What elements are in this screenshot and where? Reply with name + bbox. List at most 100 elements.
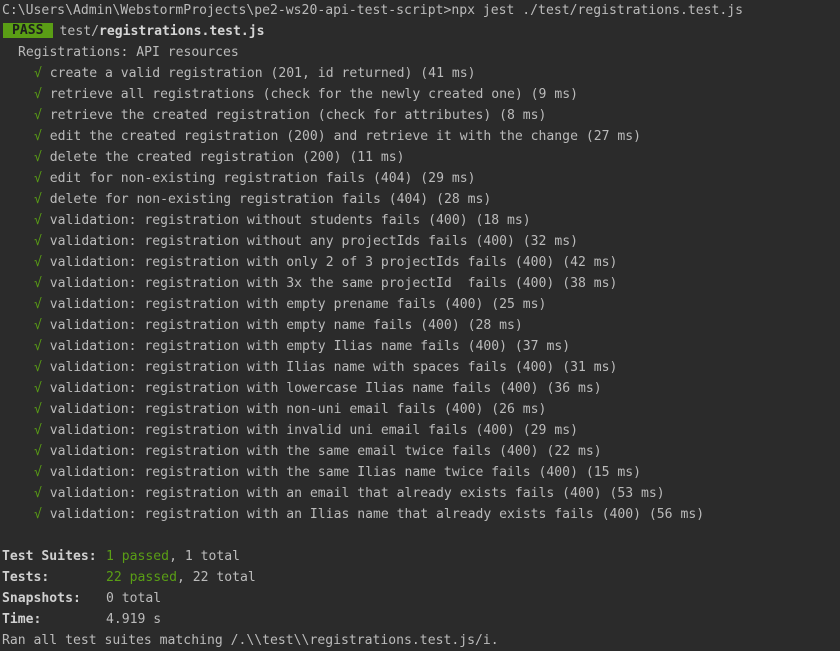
test-name: validation: registration with invalid un… [49, 423, 515, 438]
test-duration: (38 ms) [562, 276, 618, 291]
test-duration: (42 ms) [562, 255, 618, 270]
summary-time-value: 4.919 s [106, 612, 162, 627]
test-name: validation: registration with lowercase … [49, 381, 539, 396]
test-result-row: √ retrieve the created registration (che… [2, 105, 838, 126]
test-result-row: √ validation: registration with empty Il… [2, 336, 838, 357]
test-duration: (28 ms) [467, 318, 523, 333]
check-icon: √ [34, 465, 42, 480]
test-result-row: √ validation: registration with empty na… [2, 315, 838, 336]
test-duration: (53 ms) [609, 486, 665, 501]
test-name: validation: registration with empty name… [49, 318, 460, 333]
prompt-path: C:\Users\Admin\WebstormProjects\pe2-ws20… [2, 3, 452, 18]
summary-suites-label: Test Suites: [2, 549, 97, 564]
suite-title: Registrations: API resources [18, 45, 239, 60]
test-duration: (22 ms) [546, 444, 602, 459]
test-name: validation: registration with an Ilias n… [49, 507, 642, 522]
test-result-row: √ validation: registration without stude… [2, 210, 838, 231]
result-file-dir: test/ [59, 24, 99, 39]
check-icon: √ [34, 507, 42, 522]
test-name: validation: registration with the same e… [49, 444, 539, 459]
test-result-row: √ retrieve all registrations (check for … [2, 84, 838, 105]
test-name: retrieve all registrations (check for th… [49, 87, 523, 102]
test-duration: (9 ms) [530, 87, 578, 102]
test-name: validation: registration with empty pren… [49, 297, 484, 312]
test-duration: (8 ms) [499, 108, 547, 123]
test-result-row: √ delete the created registration (200) … [2, 147, 838, 168]
check-icon: √ [34, 360, 42, 375]
test-duration: (28 ms) [436, 192, 492, 207]
test-duration: (11 ms) [349, 150, 405, 165]
check-icon: √ [34, 297, 42, 312]
test-name: validation: registration with 3x the sam… [49, 276, 555, 291]
check-icon: √ [34, 129, 42, 144]
test-result-row: √ validation: registration with only 2 o… [2, 252, 838, 273]
ran-all-line: Ran all test suites matching /.\\test\\r… [2, 633, 499, 648]
test-result-row: √ validation: registration with 3x the s… [2, 273, 838, 294]
summary-suites: Test Suites: 1 passed, 1 total [2, 546, 838, 567]
check-icon: √ [34, 402, 42, 417]
test-result-row: √ validation: registration with non-uni … [2, 399, 838, 420]
test-name: validation: registration with non-uni em… [49, 402, 484, 417]
result-file-name: registrations.test.js [98, 24, 265, 39]
test-name: validation: registration with the same I… [49, 465, 578, 480]
test-duration: (56 ms) [648, 507, 705, 522]
check-icon: √ [34, 108, 42, 123]
test-duration: (18 ms) [475, 213, 531, 228]
test-result-row: √ validation: registration with the same… [2, 462, 838, 483]
test-duration: (32 ms) [522, 234, 578, 249]
test-duration: (29 ms) [522, 423, 578, 438]
check-icon: √ [34, 381, 42, 396]
test-name: validation: registration with only 2 of … [49, 255, 555, 270]
test-duration: (29 ms) [420, 171, 476, 186]
test-result-row: √ validation: registration without any p… [2, 231, 838, 252]
summary-tests-passed: 22 passed [106, 570, 177, 585]
summary-tests-label: Tests: [2, 570, 50, 585]
check-icon: √ [34, 192, 42, 207]
summary-snapshots-value: 0 total [106, 591, 162, 606]
pass-badge: PASS [3, 23, 53, 38]
test-duration: (15 ms) [585, 465, 642, 480]
check-icon: √ [34, 486, 42, 501]
check-icon: √ [34, 66, 42, 81]
test-result-row: √ delete for non-existing registration f… [2, 189, 838, 210]
test-name: validation: registration with empty Ilia… [49, 339, 508, 354]
check-icon: √ [34, 423, 42, 438]
test-result-row: √ validation: registration with empty pr… [2, 294, 838, 315]
check-icon: √ [34, 234, 42, 249]
summary-suites-passed: 1 passed [106, 549, 170, 564]
test-duration: (25 ms) [491, 297, 547, 312]
check-icon: √ [34, 87, 42, 102]
command-text: npx jest ./test/registrations.test.js [451, 3, 744, 18]
terminal-output: C:\Users\Admin\WebstormProjects\pe2-ws20… [2, 0, 838, 651]
check-icon: √ [34, 150, 42, 165]
test-result-row: √ validation: registration with Ilias na… [2, 357, 838, 378]
test-duration: (27 ms) [585, 129, 642, 144]
test-result-row: √ create a valid registration (201, id r… [2, 63, 838, 84]
test-duration: (31 ms) [562, 360, 618, 375]
test-duration: (37 ms) [514, 339, 571, 354]
test-duration: (36 ms) [546, 381, 602, 396]
summary-snapshots-label: Snapshots: [2, 591, 81, 606]
test-result-row: √ validation: registration with invalid … [2, 420, 838, 441]
command-line: C:\Users\Admin\WebstormProjects\pe2-ws20… [2, 0, 838, 21]
check-icon: √ [34, 444, 42, 459]
summary-suites-total: , 1 total [169, 549, 241, 564]
summary-snapshots: Snapshots: 0 total [2, 588, 838, 609]
result-header: PASS test/registrations.test.js [2, 21, 838, 42]
test-name: edit the created registration (200) and … [49, 129, 578, 144]
summary-tests-total: , 22 total [176, 570, 256, 585]
summary-time: Time: 4.919 s [2, 609, 838, 630]
test-result-row: √ edit for non-existing registration fai… [2, 168, 838, 189]
test-name: retrieve the created registration (check… [49, 108, 492, 123]
check-icon: √ [34, 339, 42, 354]
test-duration: (41 ms) [420, 66, 476, 81]
test-result-row: √ edit the created registration (200) an… [2, 126, 838, 147]
test-result-row: √ validation: registration with an email… [2, 483, 838, 504]
test-name: delete the created registration (200) [49, 150, 342, 165]
check-icon: √ [34, 276, 42, 291]
test-duration: (26 ms) [491, 402, 547, 417]
test-name: edit for non-existing registration fails… [49, 171, 413, 186]
test-result-row: √ validation: registration with an Ilias… [2, 504, 838, 525]
test-name: create a valid registration (201, id ret… [49, 66, 413, 81]
